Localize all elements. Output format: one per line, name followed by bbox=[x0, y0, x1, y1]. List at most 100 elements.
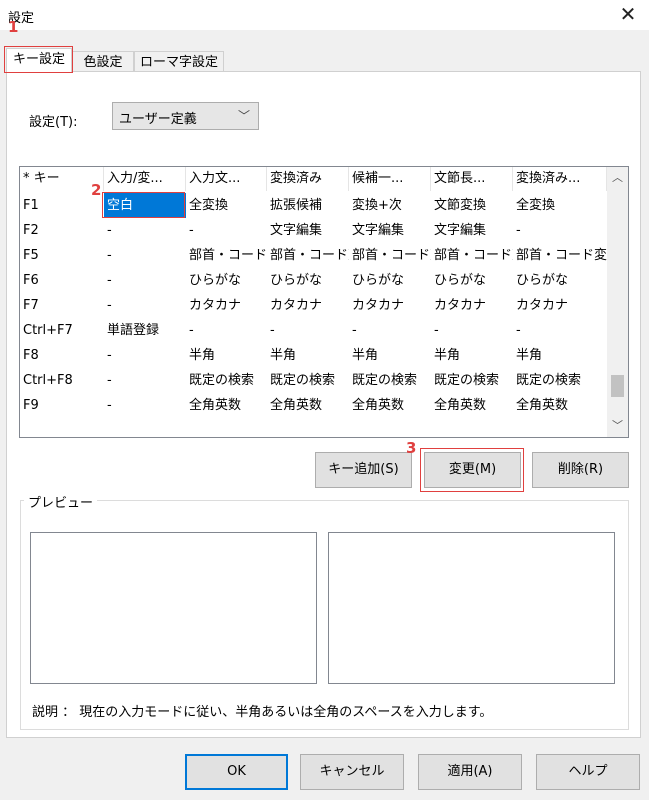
dialog-client: キー設定 色設定 ローマ字設定 1 設定(T): ユーザー定義 ﹀ * キー 入… bbox=[0, 18, 649, 800]
ok-button[interactable]: OK bbox=[185, 754, 288, 790]
table-cell: 全変換 bbox=[189, 198, 229, 213]
table-cell: ひらがな bbox=[352, 273, 405, 288]
table-cell: - bbox=[107, 223, 112, 238]
table-cell: 半角 bbox=[434, 348, 461, 363]
table-cell: 変換+次 bbox=[352, 198, 402, 213]
table-cell: Ctrl+F8 bbox=[23, 373, 73, 388]
table-cell: ひらがな bbox=[516, 273, 569, 288]
table-cell: 単語登録 bbox=[107, 323, 160, 338]
table-cell: 全角英数 bbox=[516, 398, 569, 413]
preview-left-pane bbox=[30, 532, 317, 684]
table-cell: カタカナ bbox=[352, 298, 405, 313]
step-2-marker: 2 bbox=[91, 181, 102, 199]
table-cell: 拡張候補 bbox=[270, 198, 323, 213]
table-cell: - bbox=[107, 373, 112, 388]
table-cell: 半角 bbox=[516, 348, 543, 363]
setting-label: 設定(T): bbox=[29, 115, 78, 130]
table-cell: - bbox=[352, 323, 357, 338]
close-icon[interactable]: ✕ bbox=[617, 3, 639, 25]
column-header[interactable]: 入力/変... bbox=[104, 167, 186, 191]
table-cell: F2 bbox=[23, 223, 39, 238]
table-cell: 全角英数 bbox=[270, 398, 323, 413]
table-cell: 既定の検索 bbox=[352, 373, 418, 388]
table-cell: F6 bbox=[23, 273, 39, 288]
chevron-down-icon[interactable]: ﹀ bbox=[607, 417, 628, 435]
table-cell: カタカナ bbox=[189, 298, 242, 313]
table-cell: - bbox=[107, 348, 112, 363]
table-cell: - bbox=[107, 248, 112, 263]
table-cell: 部首・コード変換 bbox=[434, 248, 513, 263]
table-cell: 文字編集 bbox=[434, 223, 487, 238]
table-row[interactable]: F7 - カタカナ カタカナ カタカナ カタカナ カタカナ bbox=[20, 293, 607, 318]
table-row[interactable]: F6 - ひらがな ひらがな ひらがな ひらがな ひらがな bbox=[20, 268, 607, 293]
table-cell: - bbox=[434, 323, 439, 338]
table-cell: 全角英数 bbox=[352, 398, 405, 413]
table-cell: カタカナ bbox=[516, 298, 569, 313]
preview-label: プレビュー bbox=[24, 492, 98, 511]
column-header[interactable]: 入力文... bbox=[186, 167, 267, 191]
step-3-highlight bbox=[420, 448, 524, 492]
description-text: 説明 ： 現在の入力モードに従い、半角あるいは全角のスペースを入力します。 bbox=[32, 705, 493, 720]
table-cell: 既定の検索 bbox=[434, 373, 500, 388]
table-cell: - bbox=[516, 323, 521, 338]
help-button[interactable]: ヘルプ bbox=[536, 754, 640, 790]
table-cell: F7 bbox=[23, 298, 39, 313]
table-cell: ひらがな bbox=[189, 273, 242, 288]
table-cell: 文字編集 bbox=[352, 223, 405, 238]
vertical-scrollbar[interactable]: ︿ ﹀ bbox=[607, 167, 628, 437]
table-cell: 全角英数 bbox=[434, 398, 487, 413]
step-1-marker: 1 bbox=[8, 18, 19, 36]
tab-color-settings[interactable]: 色設定 bbox=[72, 51, 134, 72]
table-cell: F5 bbox=[23, 248, 39, 263]
table-cell: F8 bbox=[23, 348, 39, 363]
table-cell: 半角 bbox=[352, 348, 379, 363]
table-cell: - bbox=[107, 298, 112, 313]
preview-right-pane bbox=[328, 532, 615, 684]
table-row[interactable]: F8 - 半角 半角 半角 半角 半角 bbox=[20, 343, 607, 368]
apply-button[interactable]: 適用(A) bbox=[418, 754, 522, 790]
table-cell: 文字編集 bbox=[270, 223, 323, 238]
setting-dropdown[interactable]: ユーザー定義 ﹀ bbox=[112, 102, 259, 130]
table-cell: 既定の検索 bbox=[516, 373, 582, 388]
table-header: * キー 入力/変... 入力文... 変換済み 候補一... 文節長... 変… bbox=[20, 167, 607, 192]
table-cell: 部首・コード変換 bbox=[189, 248, 267, 263]
column-header[interactable]: 変換済み bbox=[267, 167, 349, 191]
table-cell: 既定の検索 bbox=[270, 373, 336, 388]
table-row[interactable]: F2 - - 文字編集 文字編集 文字編集 - bbox=[20, 218, 607, 243]
step-2-highlight bbox=[102, 192, 185, 218]
table-cell: - bbox=[107, 398, 112, 413]
column-header[interactable]: 候補一... bbox=[349, 167, 431, 191]
chevron-up-icon[interactable]: ︿ bbox=[607, 169, 628, 187]
add-key-button[interactable]: キー追加(S) bbox=[315, 452, 412, 488]
table-row[interactable]: Ctrl+F7 単語登録 - - - - - bbox=[20, 318, 607, 343]
table-cell: 半角 bbox=[270, 348, 297, 363]
step-3-marker: 3 bbox=[406, 439, 417, 457]
table-cell: - bbox=[189, 323, 194, 338]
step-1-highlight bbox=[4, 46, 73, 73]
table-row[interactable]: F5 - 部首・コード変換 部首・コード変換 部首・コード変換 部首・コード変換… bbox=[20, 243, 607, 268]
table-cell: 半角 bbox=[189, 348, 216, 363]
table-cell: ひらがな bbox=[270, 273, 323, 288]
table-cell: カタカナ bbox=[434, 298, 487, 313]
table-row[interactable]: F9 - 全角英数 全角英数 全角英数 全角英数 全角英数 bbox=[20, 393, 607, 418]
table-cell: 部首・コード変換 bbox=[270, 248, 349, 263]
cancel-button[interactable]: キャンセル bbox=[300, 754, 404, 790]
table-cell: 部首・コード変換 bbox=[516, 248, 607, 263]
table-cell: F9 bbox=[23, 398, 39, 413]
title-bar: 設定 ✕ bbox=[0, 0, 649, 30]
tab-romaji-settings[interactable]: ローマ字設定 bbox=[134, 51, 224, 72]
table-row[interactable]: Ctrl+F8 - 既定の検索 既定の検索 既定の検索 既定の検索 既定の検索 bbox=[20, 368, 607, 393]
table-cell: 既定の検索 bbox=[189, 373, 255, 388]
table-cell: - bbox=[189, 223, 194, 238]
chevron-down-icon: ﹀ bbox=[237, 109, 250, 123]
column-header[interactable]: 文節長... bbox=[431, 167, 513, 191]
table-cell: カタカナ bbox=[270, 298, 323, 313]
table-cell: ひらがな bbox=[434, 273, 487, 288]
scrollbar-thumb[interactable] bbox=[611, 375, 624, 397]
column-header[interactable]: 変換済み... bbox=[513, 167, 607, 191]
table-cell: - bbox=[107, 273, 112, 288]
table-cell: - bbox=[270, 323, 275, 338]
delete-button[interactable]: 削除(R) bbox=[532, 452, 629, 488]
table-cell: 部首・コード変換 bbox=[352, 248, 431, 263]
table-cell: 文節変換 bbox=[434, 198, 487, 213]
